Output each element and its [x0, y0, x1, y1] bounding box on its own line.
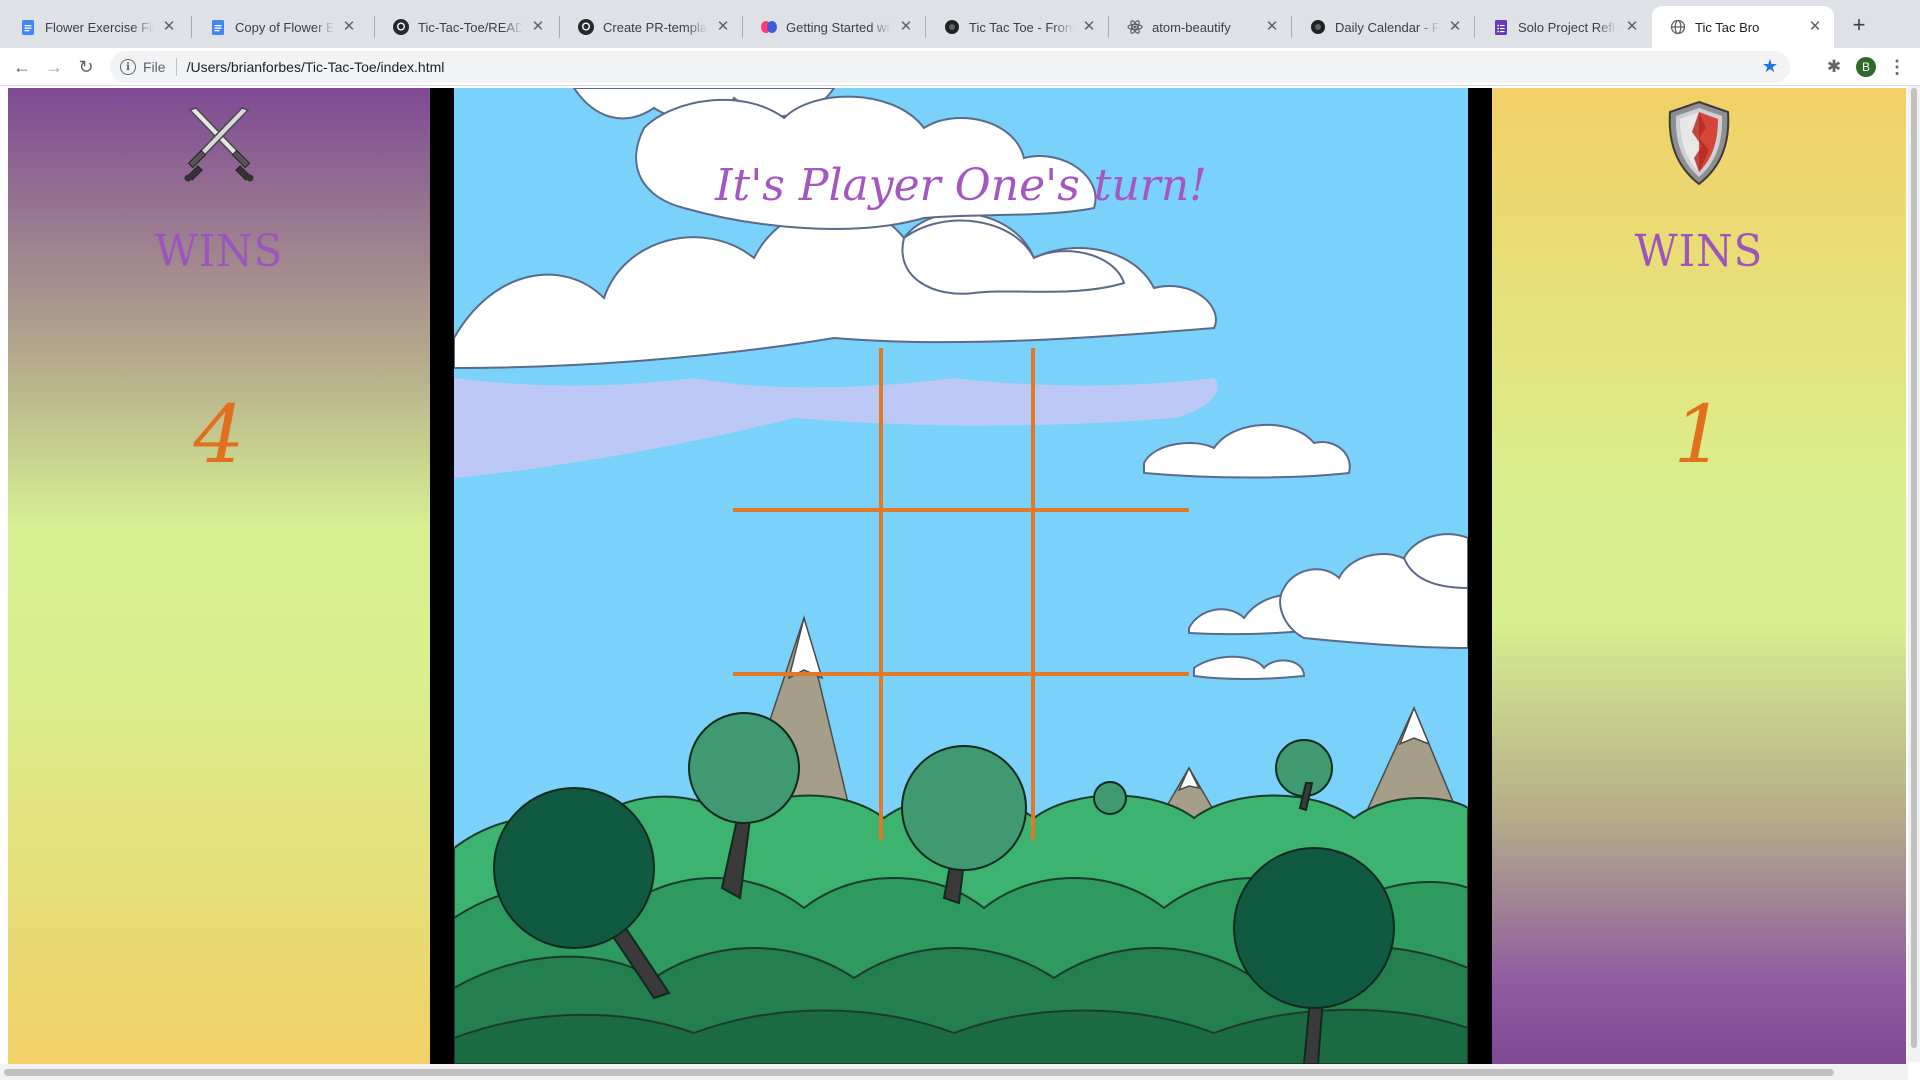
browser-toolbar: ← → ↻ i File /Users/brianforbes/Tic-Tac-… — [0, 48, 1920, 86]
profile-avatar[interactable]: B — [1856, 57, 1876, 77]
arrow-right-icon: → — [45, 56, 63, 77]
board-cell-2[interactable] — [883, 348, 1035, 512]
player-one-panel: WINS 4 — [8, 88, 430, 1064]
crossed-swords-icon — [184, 107, 254, 182]
close-icon[interactable]: ✕ — [1446, 18, 1464, 36]
info-icon[interactable]: i — [120, 59, 136, 75]
cloud-shape — [454, 88, 1217, 370]
close-icon[interactable]: ✕ — [160, 18, 178, 36]
scrollbar-thumb[interactable] — [1911, 88, 1917, 1048]
tab-title: Solo Project Reflection — [1518, 19, 1617, 35]
close-icon[interactable]: ✕ — [897, 18, 915, 36]
close-icon[interactable]: ✕ — [714, 18, 732, 36]
player-two-wins-count: 1 — [1673, 388, 1725, 481]
google-docs-icon — [20, 19, 36, 35]
tab-title: Create PR-template.md — [603, 19, 708, 35]
arrow-left-icon: ← — [13, 56, 31, 77]
horizontal-scrollbar[interactable] — [0, 1064, 1908, 1080]
new-tab-button[interactable]: + — [1845, 12, 1873, 40]
game-board — [733, 348, 1189, 840]
reload-icon: ↻ — [78, 56, 94, 77]
turn-message: It's Player One's turn! — [715, 160, 1207, 211]
tab-solo-project-reflection[interactable]: Solo Project Reflection ✕ — [1475, 6, 1651, 48]
bookmark-star-icon[interactable]: ★ — [1762, 56, 1778, 77]
scrollbar-thumb[interactable] — [4, 1069, 1834, 1076]
player-one-wins-label: WINS — [154, 226, 284, 277]
left-divider — [430, 88, 454, 1064]
site-icon — [944, 19, 960, 35]
tab-create-pr-template[interactable]: Create PR-template.md ✕ — [560, 6, 742, 48]
atom-icon — [1127, 19, 1143, 35]
url-scheme: File — [143, 59, 166, 75]
shield-icon — [1668, 100, 1730, 186]
board-cell-5[interactable] — [883, 512, 1035, 676]
tab-tic-tac-bro[interactable]: Tic Tac Bro ✕ — [1652, 6, 1834, 48]
google-docs-icon — [210, 19, 226, 35]
address-bar[interactable]: i File /Users/brianforbes/Tic-Tac-Toe/in… — [110, 51, 1790, 83]
game-area: It's Player One's turn! — [454, 88, 1468, 1064]
reload-button[interactable]: ↻ — [72, 53, 100, 81]
close-icon[interactable]: ✕ — [529, 18, 547, 36]
board-cell-7[interactable] — [733, 676, 883, 840]
extensions-puzzle-icon[interactable]: ✱ — [1823, 56, 1845, 78]
forward-button[interactable]: → — [40, 53, 68, 81]
google-forms-icon — [1493, 19, 1509, 35]
tab-copy-of-flower-exercise[interactable]: Copy of Flower Exercise ✕ — [192, 6, 368, 48]
board-cell-9[interactable] — [1035, 676, 1189, 840]
tab-title: Tic Tac Bro — [1695, 19, 1760, 35]
board-cell-8[interactable] — [883, 676, 1035, 840]
tab-strip: Flower Exercise Final ✕ Copy of Flower E… — [0, 0, 1920, 48]
url-text[interactable]: /Users/brianforbes/Tic-Tac-Toe/index.htm… — [187, 59, 445, 75]
board-cell-1[interactable] — [733, 348, 883, 512]
board-cell-4[interactable] — [733, 512, 883, 676]
right-divider — [1468, 88, 1492, 1064]
close-icon[interactable]: ✕ — [1080, 18, 1098, 36]
tab-title: Daily Calendar - Front — [1335, 19, 1440, 35]
close-icon[interactable]: ✕ — [1806, 18, 1824, 36]
tab-title: atom-beautify — [1152, 19, 1231, 35]
tab-title: Tic-Tac-Toe/README.md — [418, 19, 523, 35]
tab-title: Tic Tac Toe - Front-End — [969, 19, 1074, 35]
tab-tic-tac-toe-front-end[interactable]: Tic Tac Toe - Front-End ✕ — [926, 6, 1108, 48]
player-two-panel: WINS 1 — [1492, 88, 1906, 1064]
player-one-wins-count: 4 — [193, 388, 245, 481]
vertical-scrollbar[interactable] — [1908, 86, 1920, 1062]
page-viewport: WINS 4 It's Player One's turn! WINS 1 — [0, 86, 1920, 1080]
tab-flower-exercise-final[interactable]: Flower Exercise Final ✕ — [2, 6, 188, 48]
player-two-wins-label: WINS — [1634, 226, 1764, 277]
tab-title: Flower Exercise Final — [45, 19, 154, 35]
tab-getting-started[interactable]: Getting Started with ✕ — [743, 6, 925, 48]
tab-title: Copy of Flower Exercise — [235, 19, 334, 35]
tab-title: Getting Started with — [786, 19, 891, 35]
board-cell-3[interactable] — [1035, 348, 1189, 512]
close-icon[interactable]: ✕ — [1263, 18, 1281, 36]
tab-tic-tac-toe-readme[interactable]: Tic-Tac-Toe/README.md ✕ — [375, 6, 557, 48]
site-icon — [1310, 19, 1326, 35]
github-icon — [393, 19, 409, 35]
back-button[interactable]: ← — [8, 53, 36, 81]
globe-icon — [1670, 19, 1686, 35]
github-icon — [578, 19, 594, 35]
tab-daily-calendar[interactable]: Daily Calendar - Front ✕ — [1292, 6, 1474, 48]
close-icon[interactable]: ✕ — [1623, 18, 1641, 36]
kebab-menu-icon[interactable]: ⋮ — [1888, 56, 1906, 78]
url-separator — [175, 58, 177, 76]
close-icon[interactable]: ✕ — [340, 18, 358, 36]
app-logo-icon — [761, 19, 777, 35]
tab-atom-beautify[interactable]: atom-beautify ✕ — [1109, 6, 1291, 48]
board-cell-6[interactable] — [1035, 512, 1189, 676]
